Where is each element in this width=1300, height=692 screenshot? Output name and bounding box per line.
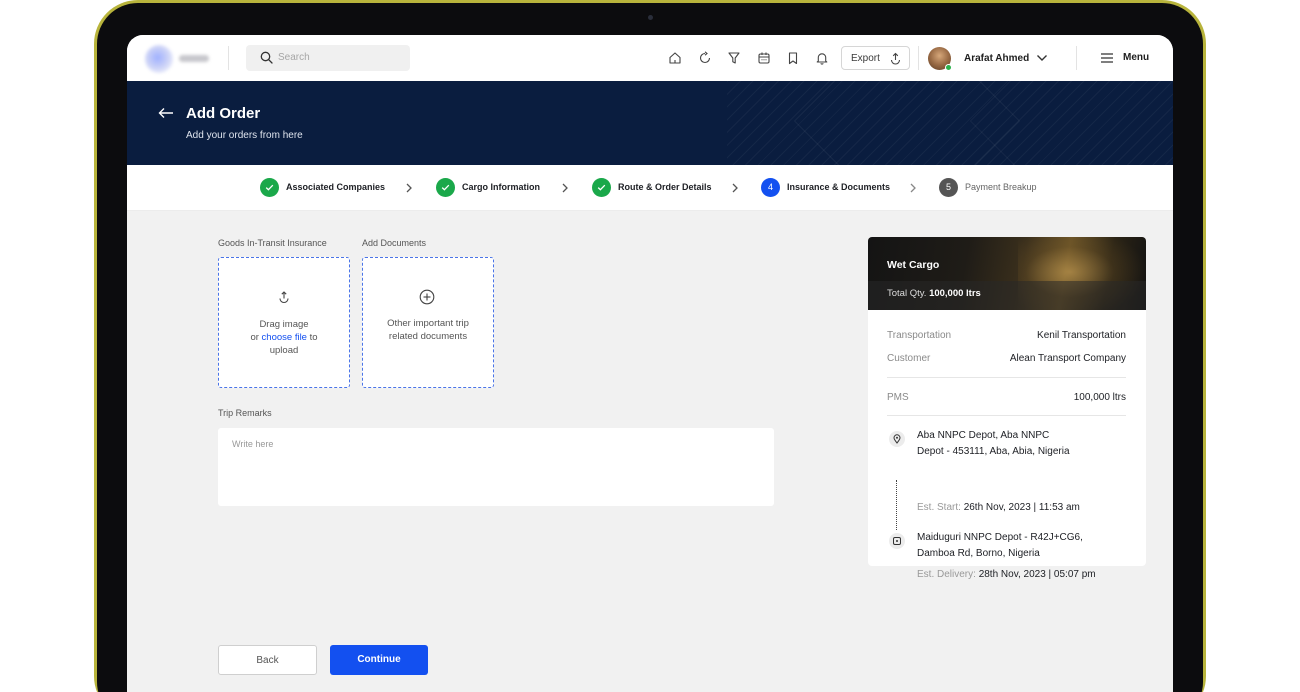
origin-line: Aba NNPC Depot, Aba NNPC	[917, 430, 1050, 441]
total-qty: Total Qty. 100,000 ltrs	[887, 288, 981, 299]
user-name[interactable]: Arafat Ahmed	[964, 53, 1029, 64]
divider	[918, 46, 919, 70]
origin-address: Aba NNPC Depot, Aba NNPC Depot - 453111,…	[917, 428, 1132, 460]
check-icon	[436, 178, 455, 197]
calendar-icon[interactable]	[757, 51, 771, 65]
est-delivery: Est. Delivery: 28th Nov, 2023 | 05:07 pm	[917, 569, 1096, 580]
eta-label: Est. Delivery:	[917, 569, 976, 580]
check-icon	[592, 178, 611, 197]
remarks-label: Trip Remarks	[218, 408, 272, 418]
header-pattern	[969, 81, 1173, 165]
insurance-label: Goods In-Transit Insurance	[218, 238, 327, 248]
origin-line: Depot - 453111, Aba, Abia, Nigeria	[917, 446, 1070, 457]
documents-upload-dropzone[interactable]: Other important trip related documents	[362, 257, 494, 388]
divider	[228, 46, 229, 70]
upload-text-prefix: or	[250, 332, 262, 343]
destination-line: Maiduguri NNPC Depot - R42J+CG6,	[917, 532, 1083, 543]
destination-address: Maiduguri NNPC Depot - R42J+CG6, Damboa …	[917, 530, 1132, 562]
step-number: 4	[761, 178, 780, 197]
upload-text-suffix: to	[306, 332, 318, 343]
upload-text-line: Drag image	[259, 319, 309, 330]
refresh-icon[interactable]	[698, 51, 712, 65]
chevron-right-icon	[732, 183, 738, 193]
bell-icon[interactable]	[815, 51, 829, 65]
step-label: Route & Order Details	[618, 182, 712, 192]
documents-label: Add Documents	[362, 238, 427, 248]
page-subtitle: Add your orders from here	[186, 130, 303, 141]
logo-mark	[145, 45, 173, 73]
bookmark-icon[interactable]	[786, 51, 800, 65]
step-label: Cargo Information	[462, 182, 540, 192]
page-header: Add Order Add your orders from here	[127, 81, 1173, 165]
chevron-down-icon[interactable]	[1036, 53, 1048, 63]
chevron-right-icon	[406, 183, 412, 193]
back-arrow-icon[interactable]	[158, 107, 174, 119]
step-label: Insurance & Documents	[787, 182, 891, 192]
destination-icon	[889, 533, 905, 549]
camera-dot	[648, 15, 653, 20]
location-pin-icon	[889, 431, 905, 447]
upload-text-line: or choose file to	[219, 331, 349, 344]
insurance-upload-dropzone[interactable]: Drag image or choose file to upload	[218, 257, 350, 388]
divider	[1076, 46, 1077, 70]
trip-remarks-textarea[interactable]: Write here	[218, 428, 774, 506]
total-qty-value: 100,000 ltrs	[929, 288, 981, 299]
summary-value: 100,000 ltrs	[1073, 392, 1126, 403]
remarks-placeholder: Write here	[232, 439, 274, 449]
summary-key: Customer	[887, 353, 931, 364]
export-button[interactable]: Export	[841, 46, 910, 70]
search-icon	[260, 51, 273, 64]
documents-text-line: related documents	[388, 331, 468, 342]
summary-value: Kenil Transportation	[1037, 330, 1126, 341]
step-label: Associated Companies	[286, 182, 386, 192]
total-qty-label: Total Qty.	[887, 288, 927, 299]
summary-key: Transportation	[887, 330, 952, 341]
order-stepper: Associated Companies Cargo Information R…	[127, 165, 1173, 211]
upload-icon	[279, 291, 289, 304]
chevron-right-icon	[562, 183, 568, 193]
documents-text-line: Other important trip	[387, 318, 469, 329]
divider	[887, 415, 1126, 416]
summary-key: PMS	[887, 392, 909, 403]
order-summary-card: Transportation Kenil Transportation Cust…	[868, 310, 1146, 580]
hamburger-icon[interactable]	[1100, 52, 1114, 64]
step-number: 5	[939, 178, 958, 197]
summary-value: Alean Transport Company	[1009, 353, 1126, 364]
chevron-right-icon	[910, 183, 916, 193]
top-bar: Search Export Arafat Ahmed Menu	[127, 35, 1173, 81]
divider	[887, 377, 1126, 378]
upload-icon	[890, 52, 901, 65]
menu-button[interactable]: Menu	[1123, 52, 1149, 63]
est-start: Est. Start: 26th Nov, 2023 | 11:53 am	[917, 502, 1080, 513]
check-icon	[260, 178, 279, 197]
app-screen: Search Export Arafat Ahmed Menu Add Orde…	[127, 35, 1173, 692]
app-logo[interactable]	[145, 43, 215, 73]
search-placeholder: Search	[278, 52, 310, 63]
logo-wordmark	[179, 55, 209, 62]
upload-text-line: upload	[269, 345, 299, 356]
destination-line: Damboa Rd, Borno, Nigeria	[917, 548, 1040, 559]
eta-value: 26th Nov, 2023 | 11:53 am	[963, 502, 1080, 513]
back-button[interactable]: Back	[218, 645, 317, 675]
home-icon[interactable]	[668, 51, 682, 65]
search-input[interactable]: Search	[246, 45, 410, 71]
choose-file-link[interactable]: choose file	[262, 332, 307, 343]
filter-icon[interactable]	[727, 51, 741, 65]
eta-label: Est. Start:	[917, 502, 961, 513]
avatar[interactable]	[928, 47, 952, 71]
cargo-summary-banner: Wet Cargo Total Qty. 100,000 ltrs	[868, 237, 1146, 310]
route-connector	[896, 480, 897, 530]
page-title: Add Order	[186, 105, 261, 122]
export-label: Export	[851, 53, 880, 64]
continue-button[interactable]: Continue	[330, 645, 428, 675]
eta-value: 28th Nov, 2023 | 05:07 pm	[978, 569, 1096, 580]
cargo-type: Wet Cargo	[887, 259, 940, 271]
add-circle-icon	[419, 289, 435, 305]
step-label: Payment Breakup	[965, 182, 1037, 192]
online-status-dot	[945, 64, 952, 71]
